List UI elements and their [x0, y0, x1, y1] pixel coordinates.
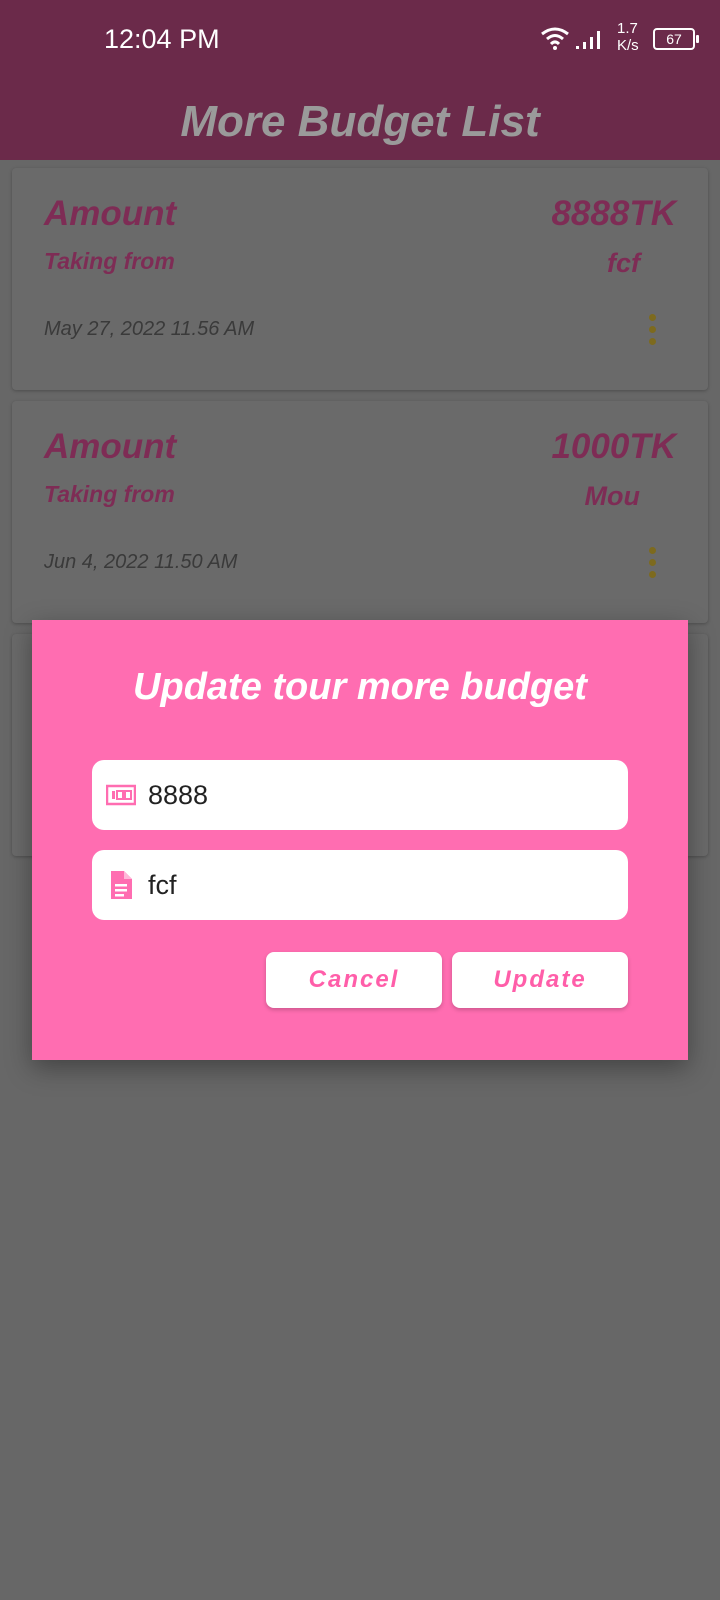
amount-field[interactable]: [92, 760, 628, 830]
battery-icon: 67: [653, 28, 699, 50]
page-title: More Budget List: [180, 97, 540, 146]
source-field[interactable]: [92, 850, 628, 920]
taking-from-value: Mou: [584, 481, 640, 511]
date-text: May 27, 2022 11.56 AM: [44, 318, 255, 340]
app-bar: More Budget List: [0, 80, 720, 160]
taking-from-value: fcf: [607, 248, 640, 278]
taking-from-label: Taking from: [44, 481, 175, 507]
amount-label: Amount: [44, 427, 177, 466]
date-text: Jun 4, 2022 11.50 AM: [44, 551, 238, 573]
budget-card[interactable]: Amount 8888TK Taking from fcf May 27, 20…: [12, 168, 708, 390]
source-input[interactable]: [148, 850, 608, 920]
update-button[interactable]: Update: [452, 952, 628, 1008]
signal-icon: [576, 31, 600, 49]
taking-from-label: Taking from: [44, 248, 175, 274]
status-bar: 12:04 PM 1.7 K/s 67: [0, 0, 720, 80]
status-time: 12:04 PM: [104, 24, 220, 54]
amount-value: 1000TK: [551, 427, 676, 466]
wifi-icon: [541, 27, 569, 50]
amount-label: Amount: [44, 194, 177, 233]
update-budget-dialog: Update tour more budget Cancel Update: [32, 620, 688, 1060]
more-options-icon[interactable]: [644, 314, 660, 348]
dialog-title: Update tour more budget: [133, 666, 587, 708]
money-icon: [106, 784, 136, 806]
amount-value: 8888TK: [551, 194, 676, 233]
network-speed: 1.7 K/s: [617, 20, 639, 54]
document-icon: [111, 871, 132, 899]
more-options-icon[interactable]: [644, 547, 660, 581]
amount-input[interactable]: [148, 760, 608, 830]
budget-card[interactable]: Amount 1000TK Taking from Mou Jun 4, 202…: [12, 401, 708, 623]
cancel-button[interactable]: Cancel: [266, 952, 442, 1008]
